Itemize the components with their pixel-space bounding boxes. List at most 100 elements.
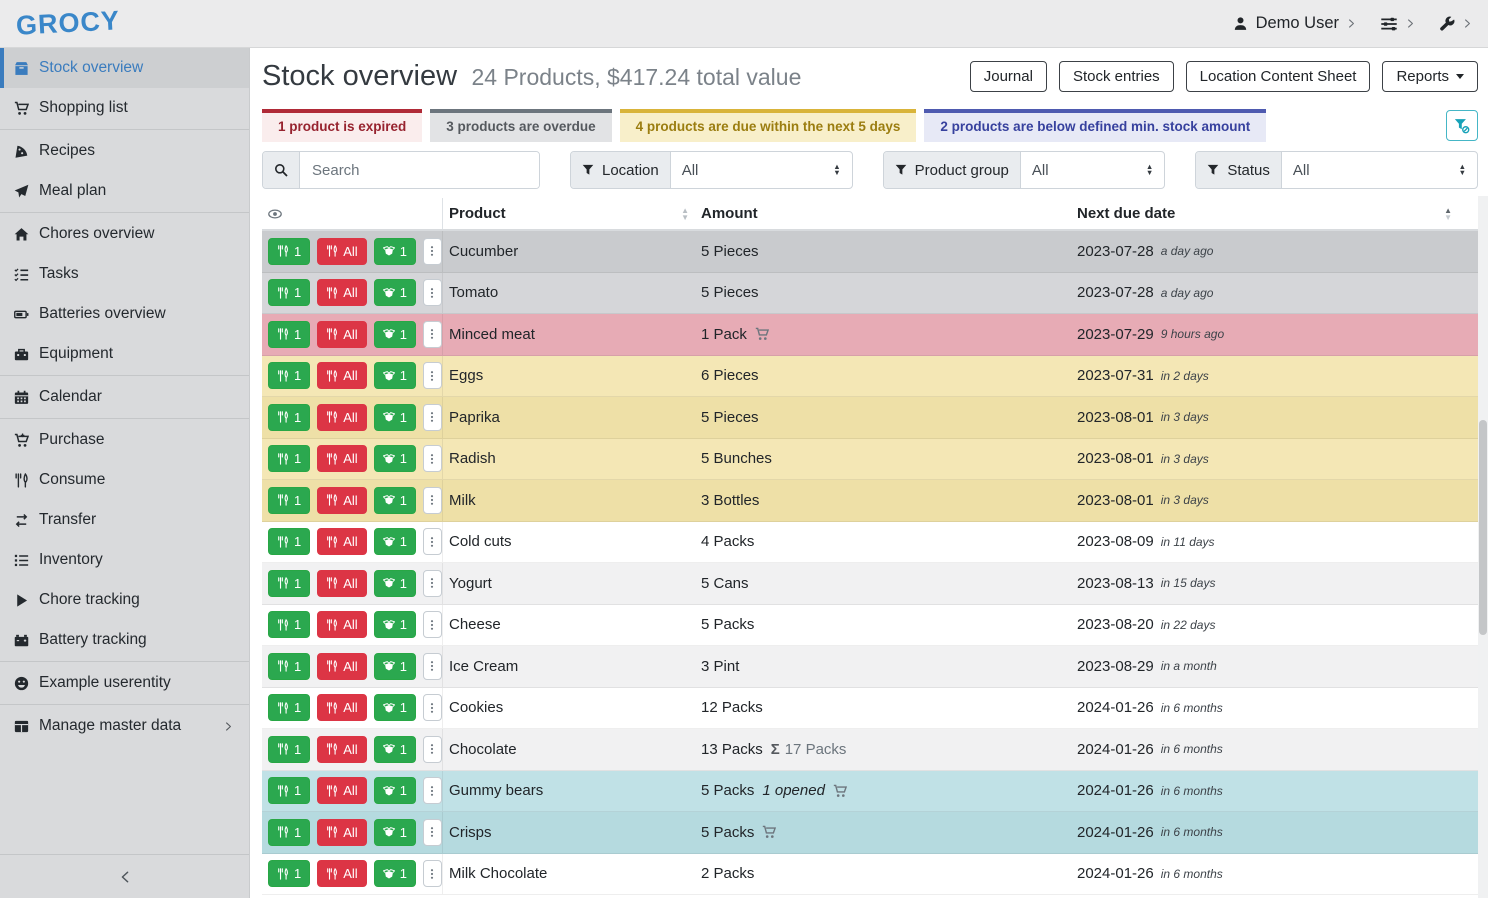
row-menu-button[interactable] (423, 279, 442, 306)
search-input[interactable] (300, 152, 539, 188)
open-one-button[interactable]: 1 (374, 279, 416, 306)
open-one-button[interactable]: 1 (374, 445, 416, 472)
row-menu-button[interactable] (423, 819, 442, 846)
open-one-button[interactable]: 1 (374, 777, 416, 804)
consume-all-button[interactable]: All (317, 570, 366, 597)
open-one-button[interactable]: 1 (374, 487, 416, 514)
product-name[interactable]: Milk (443, 480, 701, 521)
open-one-button[interactable]: 1 (374, 860, 416, 887)
consume-one-button[interactable]: 1 (268, 736, 310, 763)
user-menu[interactable]: Demo User (1233, 14, 1356, 33)
row-menu-button[interactable] (423, 445, 442, 472)
consume-all-button[interactable]: All (317, 611, 366, 638)
banner-overdue[interactable]: 3 products are overdue (430, 109, 611, 142)
scrollbar-thumb[interactable] (1479, 420, 1487, 635)
sidebar-collapse-button[interactable] (0, 854, 249, 898)
open-one-button[interactable]: 1 (374, 238, 416, 265)
product-name[interactable]: Radish (443, 439, 701, 480)
product-name[interactable]: Yogurt (443, 563, 701, 604)
open-one-button[interactable]: 1 (374, 321, 416, 348)
row-menu-button[interactable] (423, 528, 442, 555)
consume-one-button[interactable]: 1 (268, 528, 310, 555)
open-one-button[interactable]: 1 (374, 694, 416, 721)
sidebar-item-example-userentity[interactable]: Example userentity (0, 663, 249, 703)
consume-all-button[interactable]: All (317, 321, 366, 348)
product-name[interactable]: Gummy bears (443, 771, 701, 812)
product-name[interactable]: Paprika (443, 397, 701, 438)
consume-all-button[interactable]: All (317, 238, 366, 265)
consume-all-button[interactable]: All (317, 694, 366, 721)
row-menu-button[interactable] (423, 238, 442, 265)
open-one-button[interactable]: 1 (374, 528, 416, 555)
consume-one-button[interactable]: 1 (268, 362, 310, 389)
consume-one-button[interactable]: 1 (268, 819, 310, 846)
open-one-button[interactable]: 1 (374, 819, 416, 846)
banner-below-min-stock[interactable]: 2 products are below defined min. stock … (924, 109, 1266, 142)
sidebar-item-manage-master-data[interactable]: Manage master data (0, 706, 249, 746)
product-name[interactable]: Crisps (443, 812, 701, 853)
consume-all-button[interactable]: All (317, 819, 366, 846)
row-menu-button[interactable] (423, 487, 442, 514)
sidebar-item-recipes[interactable]: Recipes (0, 131, 249, 171)
product-name[interactable]: Chocolate (443, 729, 701, 770)
product-name[interactable]: Cookies (443, 688, 701, 729)
product-name[interactable]: Cold cuts (443, 522, 701, 563)
product-name[interactable]: Eggs (443, 356, 701, 397)
row-menu-button[interactable] (423, 362, 442, 389)
banner-expired[interactable]: 1 product is expired (262, 109, 422, 142)
open-one-button[interactable]: 1 (374, 362, 416, 389)
location-select[interactable]: All▲▼ (671, 152, 852, 188)
product-name[interactable]: Cucumber (443, 231, 701, 272)
consume-all-button[interactable]: All (317, 404, 366, 431)
consume-one-button[interactable]: 1 (268, 611, 310, 638)
open-one-button[interactable]: 1 (374, 611, 416, 638)
consume-one-button[interactable]: 1 (268, 238, 310, 265)
consume-one-button[interactable]: 1 (268, 570, 310, 597)
sidebar-item-inventory[interactable]: Inventory (0, 540, 249, 580)
consume-one-button[interactable]: 1 (268, 487, 310, 514)
column-header-amount[interactable]: Amount (701, 198, 1077, 229)
sidebar-item-transfer[interactable]: Transfer (0, 500, 249, 540)
open-one-button[interactable]: 1 (374, 404, 416, 431)
row-menu-button[interactable] (423, 653, 442, 680)
consume-all-button[interactable]: All (317, 653, 366, 680)
product-name[interactable]: Ice Cream (443, 646, 701, 687)
consume-one-button[interactable]: 1 (268, 404, 310, 431)
product-name[interactable]: Milk Chocolate (443, 854, 701, 895)
row-menu-button[interactable] (423, 404, 442, 431)
column-header-due-date[interactable]: Next due date▲▼ (1077, 198, 1478, 229)
row-menu-button[interactable] (423, 777, 442, 804)
consume-one-button[interactable]: 1 (268, 279, 310, 306)
open-one-button[interactable]: 1 (374, 736, 416, 763)
sidebar-item-batteries-overview[interactable]: Batteries overview (0, 294, 249, 334)
consume-all-button[interactable]: All (317, 445, 366, 472)
consume-one-button[interactable]: 1 (268, 653, 310, 680)
sidebar-item-shopping-list[interactable]: Shopping list (0, 88, 249, 128)
consume-one-button[interactable]: 1 (268, 694, 310, 721)
sidebar-item-chores-overview[interactable]: Chores overview (0, 214, 249, 254)
eye-icon[interactable] (268, 207, 282, 221)
row-menu-button[interactable] (423, 736, 442, 763)
sidebar-item-battery-tracking[interactable]: Battery tracking (0, 620, 249, 660)
consume-one-button[interactable]: 1 (268, 777, 310, 804)
column-header-product[interactable]: Product▲▼ (443, 198, 701, 229)
admin-menu[interactable] (1439, 16, 1472, 32)
banner-due-soon[interactable]: 4 products are due within the next 5 day… (620, 109, 917, 142)
product-name[interactable]: Minced meat (443, 314, 701, 355)
clear-filter-button[interactable] (1446, 110, 1478, 141)
journal-button[interactable]: Journal (970, 61, 1047, 92)
product-name[interactable]: Cheese (443, 605, 701, 646)
consume-all-button[interactable]: All (317, 279, 366, 306)
sidebar-item-purchase[interactable]: Purchase (0, 420, 249, 460)
row-menu-button[interactable] (423, 860, 442, 887)
status-select[interactable]: All▲▼ (1282, 152, 1477, 188)
consume-all-button[interactable]: All (317, 362, 366, 389)
reports-dropdown-button[interactable]: Reports (1382, 61, 1478, 92)
product-group-select[interactable]: All▲▼ (1021, 152, 1164, 188)
row-menu-button[interactable] (423, 570, 442, 597)
consume-all-button[interactable]: All (317, 528, 366, 555)
consume-one-button[interactable]: 1 (268, 860, 310, 887)
sidebar-item-consume[interactable]: Consume (0, 460, 249, 500)
settings-menu[interactable] (1380, 15, 1415, 33)
sidebar-item-equipment[interactable]: Equipment (0, 334, 249, 374)
